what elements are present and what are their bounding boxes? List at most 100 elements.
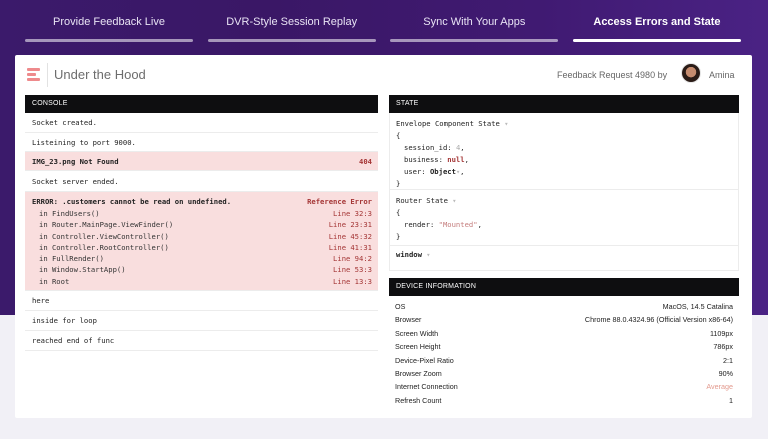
console-row: here <box>25 291 378 311</box>
state-heading: STATE <box>389 95 739 113</box>
caret-down-icon[interactable]: ▾ <box>456 168 460 176</box>
stack-frame-fn: in Controller.ViewController() <box>39 231 169 241</box>
console-row-text: reached end of func <box>32 336 115 345</box>
error-code: 404 <box>359 156 372 166</box>
stack-frame-fn: in Root <box>39 276 70 286</box>
stack-frame: in Controller.RootController() Line 41:31 <box>32 242 372 253</box>
state-key: session_id: <box>404 143 452 152</box>
stack-frame-fn: in FullRender() <box>39 254 104 264</box>
feature-tabs: Provide Feedback Live DVR-Style Session … <box>25 12 741 44</box>
caret-down-icon[interactable]: ▾ <box>426 251 430 259</box>
avatar[interactable] <box>681 63 701 83</box>
stack-frame: in Window.StartApp() Line 53:3 <box>32 264 372 275</box>
tab-indicator <box>207 39 376 42</box>
tab-label: DVR-Style Session Replay <box>226 16 358 28</box>
tab-indicator <box>572 39 741 42</box>
device-label: Refresh Count <box>395 395 442 405</box>
device-row: Screen Width 1109px <box>389 327 739 340</box>
stack-frame: in Router.MainPage.ViewFinder() Line 23:3… <box>32 219 372 230</box>
stack-frame-fn: in Router.MainPage.ViewFinder() <box>39 220 174 230</box>
console-heading: CONSOLE <box>25 95 378 113</box>
error-message: ERROR: .customers cannot be read on unde… <box>32 197 232 206</box>
stacked-lines-logo-icon <box>27 67 43 83</box>
state-value: null <box>447 155 465 164</box>
device-row: Device-Pixel Ratio 2:1 <box>389 354 739 367</box>
device-value: 786px <box>713 342 733 352</box>
device-row: Refresh Count 1 <box>389 394 739 407</box>
stack-frame-fn: in Window.StartApp() <box>39 265 126 275</box>
tab-provide-feedback[interactable]: Provide Feedback Live <box>25 12 193 44</box>
state-value: "Mounted" <box>438 220 478 229</box>
device-value: 2:1 <box>723 355 733 365</box>
state-key: business: <box>404 155 443 164</box>
stack-frame-fn: in FindUsers() <box>39 209 100 218</box>
stack-frame-line: Line 45:32 <box>328 231 372 241</box>
stack-frame-line: Line 32:3 <box>333 209 372 218</box>
user-name: Amina <box>709 70 735 80</box>
console-log[interactable]: Socket created. Listeining to port 9000.… <box>25 113 378 351</box>
device-label: Browser Zoom <box>395 368 442 378</box>
brace-open: { <box>396 131 401 140</box>
device-label: Screen Height <box>395 342 441 352</box>
state-key: user: <box>404 167 426 176</box>
device-label: Screen Width <box>395 328 439 338</box>
stack-frame: in Controller.ViewController() Line 45:32 <box>32 231 372 242</box>
device-label: OS <box>395 302 406 311</box>
stack-frame: in Root Line 13:3 <box>32 276 372 287</box>
caret-down-icon[interactable]: ▾ <box>504 120 508 128</box>
stack-frame-fn: in Controller.RootController() <box>39 242 169 252</box>
device-label: Internet Connection <box>395 382 458 392</box>
tab-sync-apps[interactable]: Sync With Your Apps <box>390 12 559 44</box>
tab-session-replay[interactable]: DVR-Style Session Replay <box>207 12 376 44</box>
console-row: Socket created. <box>25 113 378 133</box>
device-value: Average <box>706 382 733 392</box>
tab-label: Sync With Your Apps <box>423 16 526 28</box>
stack-frame-line: Line 53:3 <box>333 265 372 275</box>
stack-frame-line: Line 41:31 <box>328 242 372 252</box>
console-row: Listeining to port 9000. <box>25 133 378 152</box>
stack-frame-line: Line 23:31 <box>328 220 372 230</box>
router-state-group[interactable]: Router State ▾ { render: "Mounted", } <box>390 189 738 245</box>
error-type: Reference Error <box>307 197 372 206</box>
console-row: Socket server ended. <box>25 171 378 192</box>
state-name: Router State <box>396 196 448 205</box>
console-row-text: Socket created. <box>32 118 97 127</box>
caret-down-icon[interactable]: ▾ <box>452 197 456 205</box>
device-value: 1 <box>729 395 733 405</box>
device-row: Screen Height 786px <box>389 340 739 353</box>
window-state-group[interactable]: window ▾ <box>390 245 738 271</box>
device-label: Browser <box>395 315 422 325</box>
console-row-text: inside for loop <box>32 316 97 325</box>
brace-open: { <box>396 208 401 217</box>
card-header: Under the Hood Feedback Request 4980 by … <box>15 55 752 95</box>
feedback-request-label: Feedback Request 4980 by <box>557 70 668 80</box>
tab-indicator <box>25 39 193 42</box>
feedback-card: Under the Hood Feedback Request 4980 by … <box>15 55 752 418</box>
envelope-state-group[interactable]: Envelope Component State ▾ { session_id:… <box>390 113 738 189</box>
tab-label: Access Errors and State <box>593 16 721 28</box>
error-text: IMG_23.png Not Found <box>32 156 119 166</box>
device-label: Device-Pixel Ratio <box>395 355 454 365</box>
window-label: window <box>396 250 422 259</box>
device-info-heading: DEVICE INFORMATION <box>389 278 739 296</box>
console-error-block: ERROR: .customers cannot be read on unde… <box>25 192 378 291</box>
header-divider <box>47 63 48 87</box>
device-row: OS MacOS, 14.5 Catalina <box>389 300 739 313</box>
console-row: inside for loop <box>25 311 378 331</box>
state-key: render: <box>404 220 435 229</box>
console-row-text: Socket server ended. <box>32 176 119 186</box>
stack-frame-line: Line 13:3 <box>333 276 372 286</box>
tab-access-errors[interactable]: Access Errors and State <box>572 12 741 44</box>
console-row: reached end of func <box>25 331 378 351</box>
tab-indicator <box>390 39 559 42</box>
stack-frame-line: Line 94:2 <box>333 254 372 264</box>
brace-close: } <box>396 232 401 241</box>
device-row: Browser Zoom 90% <box>389 367 739 380</box>
state-name: Envelope Component State <box>396 119 500 128</box>
console-row-text: here <box>32 296 50 305</box>
state-value: 4 <box>455 143 461 152</box>
state-inspector[interactable]: Envelope Component State ▾ { session_id:… <box>389 113 739 271</box>
tab-label: Provide Feedback Live <box>53 16 165 28</box>
stack-frame: in FindUsers() Line 32:3 <box>32 208 372 219</box>
state-value[interactable]: Object <box>430 167 456 176</box>
